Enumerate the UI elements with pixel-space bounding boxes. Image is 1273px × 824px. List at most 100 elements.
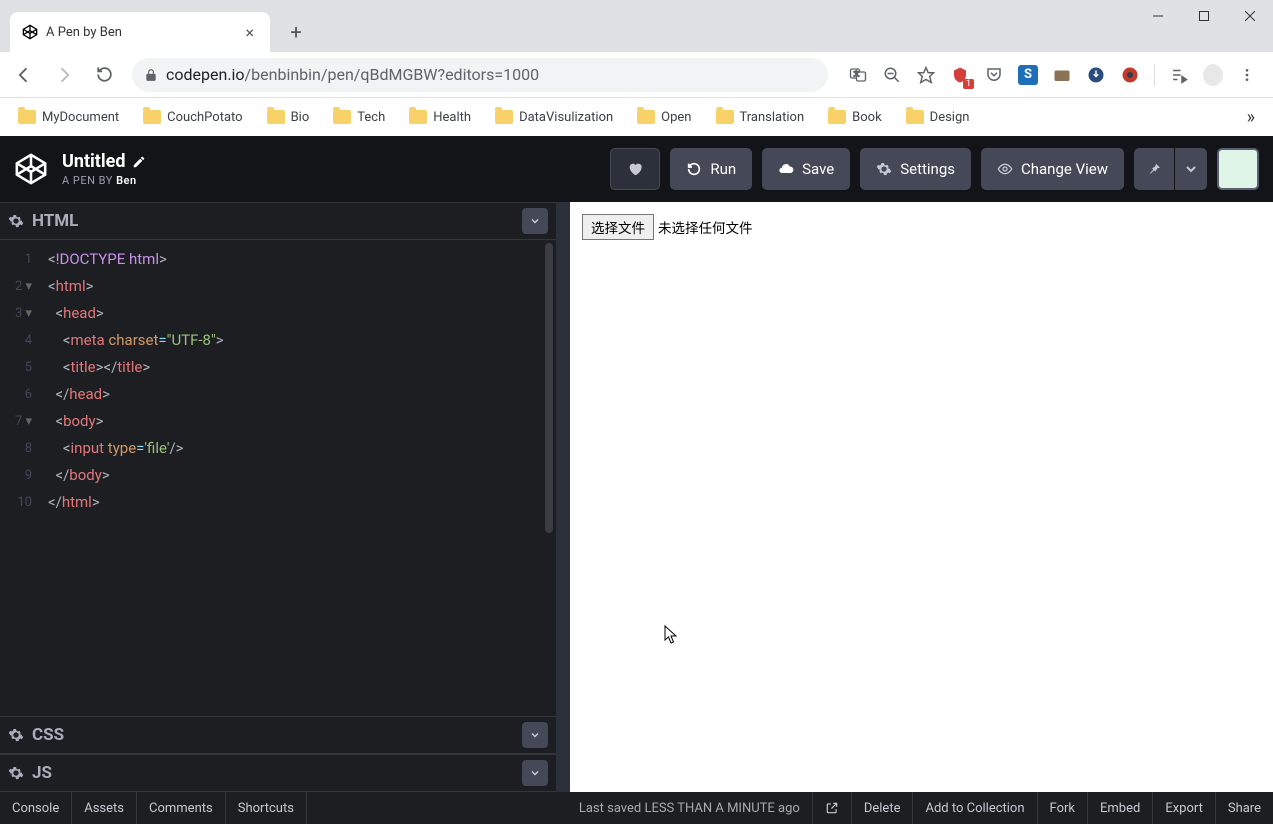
css-panel-header[interactable]: CSS bbox=[0, 716, 556, 754]
pin-icon bbox=[1146, 161, 1162, 177]
codepen-logo-icon[interactable] bbox=[14, 152, 48, 186]
heart-button[interactable] bbox=[610, 148, 660, 190]
pin-dropdown-button[interactable] bbox=[1174, 148, 1207, 190]
codepen-favicon bbox=[22, 24, 38, 40]
url-host: codepen.io bbox=[166, 65, 245, 84]
tab-title: A Pen by Ben bbox=[46, 25, 241, 40]
bookmark-item[interactable]: Health bbox=[401, 106, 479, 129]
panel-options-button[interactable] bbox=[522, 760, 548, 786]
footer-item-share[interactable]: Share bbox=[1215, 792, 1273, 824]
browser-tab[interactable]: A Pen by Ben × bbox=[10, 12, 270, 52]
bookmark-item[interactable]: Book bbox=[820, 106, 890, 129]
pin-button-group bbox=[1134, 148, 1207, 190]
bookmark-item[interactable]: Design bbox=[898, 106, 978, 129]
folder-icon bbox=[716, 110, 734, 124]
codepen-body: HTML 12 ▾3 ▾4567 ▾8910 <!DOCTYPE html> <… bbox=[0, 202, 1273, 792]
panel-options-button[interactable] bbox=[522, 722, 548, 748]
browser-tab-strip: A Pen by Ben × + bbox=[0, 0, 1273, 52]
eye-icon bbox=[997, 161, 1013, 177]
window-minimize-icon[interactable] bbox=[1135, 0, 1181, 32]
bookmark-item[interactable]: Tech bbox=[325, 106, 393, 129]
translate-icon[interactable]: 文 bbox=[848, 65, 868, 85]
open-external-button[interactable] bbox=[812, 792, 851, 824]
bookmark-item[interactable]: CouchPotato bbox=[135, 106, 250, 129]
css-panel-title: CSS bbox=[32, 725, 522, 745]
ext-download-icon[interactable] bbox=[1086, 65, 1106, 85]
zoom-out-icon[interactable] bbox=[882, 65, 902, 85]
file-choose-button[interactable]: 选择文件 bbox=[582, 214, 654, 240]
folder-icon bbox=[906, 110, 924, 124]
bookmark-overflow-icon[interactable]: » bbox=[1239, 103, 1263, 132]
byline-author[interactable]: Ben bbox=[116, 174, 137, 187]
scrollbar-thumb[interactable] bbox=[545, 243, 553, 533]
window-close-icon[interactable] bbox=[1227, 0, 1273, 32]
code-content: <!DOCTYPE html> <html> <head> <meta char… bbox=[48, 246, 224, 516]
ext-s-icon[interactable]: S bbox=[1018, 65, 1038, 85]
js-panel-header[interactable]: JS bbox=[0, 754, 556, 792]
gear-icon[interactable] bbox=[8, 765, 24, 781]
ext-folder-icon[interactable] bbox=[1052, 65, 1072, 85]
new-tab-button[interactable]: + bbox=[282, 18, 310, 46]
html-code-editor[interactable]: 12 ▾3 ▾4567 ▾8910 <!DOCTYPE html> <html>… bbox=[0, 240, 556, 716]
codepen-footer: ConsoleAssetsCommentsShortcuts Last save… bbox=[0, 792, 1273, 824]
svg-text:文: 文 bbox=[854, 69, 860, 77]
chevron-down-icon bbox=[529, 215, 541, 227]
star-icon[interactable] bbox=[916, 65, 936, 85]
footer-item-console[interactable]: Console bbox=[0, 792, 72, 824]
footer-item-comments[interactable]: Comments bbox=[137, 792, 226, 824]
footer-item-add-to-collection[interactable]: Add to Collection bbox=[912, 792, 1036, 824]
ext-record-icon[interactable] bbox=[1120, 65, 1140, 85]
pin-button[interactable] bbox=[1134, 148, 1174, 190]
profile-avatar-icon[interactable] bbox=[1203, 65, 1223, 85]
gear-icon bbox=[876, 161, 892, 177]
last-saved-text: Last saved LESS THAN A MINUTE ago bbox=[567, 801, 812, 816]
folder-icon bbox=[18, 110, 36, 124]
footer-item-fork[interactable]: Fork bbox=[1037, 792, 1087, 824]
bookmark-item[interactable]: Translation bbox=[708, 106, 813, 129]
user-avatar[interactable] bbox=[1217, 148, 1259, 190]
chrome-menu-icon[interactable] bbox=[1237, 65, 1257, 85]
reload-button[interactable] bbox=[88, 59, 120, 91]
toolbar-icons: 文 1 S bbox=[840, 64, 1265, 86]
preview-pane: 选择文件 未选择任何文件 bbox=[570, 202, 1273, 792]
media-icon[interactable] bbox=[1169, 65, 1189, 85]
edit-icon[interactable] bbox=[132, 155, 146, 169]
tab-close-icon[interactable]: × bbox=[241, 23, 258, 42]
pen-title[interactable]: Untitled bbox=[62, 151, 126, 172]
change-view-button[interactable]: Change View bbox=[981, 148, 1124, 190]
reload-icon bbox=[686, 161, 702, 177]
shield-badge-icon[interactable]: 1 bbox=[950, 65, 970, 85]
external-link-icon bbox=[825, 801, 839, 815]
settings-button[interactable]: Settings bbox=[860, 148, 971, 190]
divider bbox=[1154, 64, 1155, 86]
pocket-icon[interactable] bbox=[984, 65, 1004, 85]
file-input[interactable]: 选择文件 未选择任何文件 bbox=[582, 214, 1261, 240]
gear-icon[interactable] bbox=[8, 213, 24, 229]
bookmark-item[interactable]: Open bbox=[629, 106, 699, 129]
bookmark-item[interactable]: Bio bbox=[259, 106, 318, 129]
footer-item-assets[interactable]: Assets bbox=[72, 792, 137, 824]
folder-icon bbox=[409, 110, 427, 124]
run-button[interactable]: Run bbox=[670, 148, 752, 190]
footer-item-delete[interactable]: Delete bbox=[851, 792, 913, 824]
save-button[interactable]: Save bbox=[762, 148, 850, 190]
cloud-icon bbox=[778, 161, 794, 177]
address-bar[interactable]: codepen.io/benbinbin/pen/qBdMGBW?editors… bbox=[132, 58, 828, 92]
file-status-text: 未选择任何文件 bbox=[658, 217, 753, 237]
html-panel-title: HTML bbox=[32, 211, 522, 231]
footer-item-embed[interactable]: Embed bbox=[1087, 792, 1152, 824]
bookmark-item[interactable]: MyDocument bbox=[10, 106, 127, 129]
window-controls bbox=[1135, 0, 1273, 40]
footer-left: ConsoleAssetsCommentsShortcuts bbox=[0, 792, 307, 824]
bookmark-bar: MyDocument CouchPotato Bio Tech Health DataVi… bbox=[0, 98, 1273, 136]
bookmark-item[interactable]: DataVisulization bbox=[487, 106, 621, 129]
panel-options-button[interactable] bbox=[522, 208, 548, 234]
window-maximize-icon[interactable] bbox=[1181, 0, 1227, 32]
footer-right: Last saved LESS THAN A MINUTE ago Delete… bbox=[567, 792, 1273, 824]
footer-item-export[interactable]: Export bbox=[1152, 792, 1215, 824]
back-button[interactable] bbox=[8, 59, 40, 91]
folder-icon bbox=[143, 110, 161, 124]
footer-item-shortcuts[interactable]: Shortcuts bbox=[226, 792, 307, 824]
gear-icon[interactable] bbox=[8, 727, 24, 743]
forward-button[interactable] bbox=[48, 59, 80, 91]
